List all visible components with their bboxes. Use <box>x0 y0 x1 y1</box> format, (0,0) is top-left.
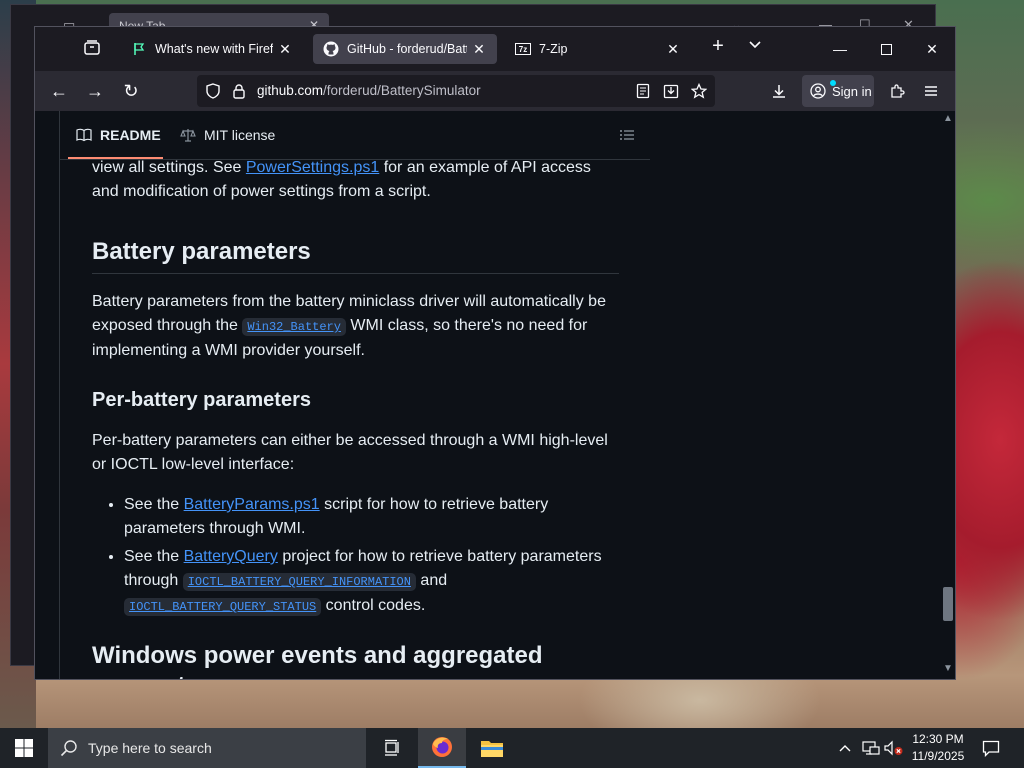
windows-start-button[interactable] <box>0 728 48 768</box>
taskbar-firefox[interactable] <box>418 728 466 768</box>
url-text[interactable]: github.com/forderud/BatterySimulator <box>257 83 481 98</box>
readme-label: README <box>100 127 161 143</box>
minimize-icon[interactable]: — <box>817 35 863 63</box>
list-item: See the BatteryParams.ps1 script for how… <box>124 493 619 541</box>
new-tab-icon[interactable]: + <box>708 35 728 58</box>
license-label: MIT license <box>204 127 276 143</box>
clock-time: 12:30 PM <box>912 732 964 746</box>
tab-title: GitHub - forderud/Battery <box>347 42 467 56</box>
taskbar-search-box[interactable]: Type here to search <box>48 728 366 768</box>
downloads-icon[interactable] <box>767 79 791 103</box>
law-scale-icon <box>180 127 196 143</box>
tab-title: 7-Zip <box>539 42 568 56</box>
chevron-down-icon[interactable] <box>748 37 762 56</box>
reload-icon[interactable]: ↻ <box>119 79 143 103</box>
tab-firefox-whats-new[interactable]: What's new with Firefox 1 ✕ <box>121 34 303 64</box>
flag-icon <box>131 41 147 57</box>
search-placeholder: Type here to search <box>88 740 212 756</box>
batteryquery-link[interactable]: BatteryQuery <box>184 548 278 565</box>
url-path: /forderud/BatterySimulator <box>323 83 481 98</box>
system-clock[interactable]: 12:30 PM 11/9/2025 <box>906 731 970 765</box>
page-content: README MIT license view all settings. Se… <box>35 111 955 679</box>
network-icon[interactable] <box>862 728 880 768</box>
browser-window: What's new with Firefox 1 ✕ GitHub - for… <box>34 26 956 680</box>
search-icon <box>60 740 77 757</box>
tab-7zip[interactable]: 7z 7-Zip ✕ <box>505 34 691 64</box>
volume-muted-icon[interactable] <box>884 728 904 768</box>
show-hidden-icons-chevron-icon[interactable] <box>838 728 852 768</box>
per-battery-paragraph: Per-battery parameters can either be acc… <box>92 432 608 473</box>
github-icon <box>323 41 339 57</box>
tab-readme[interactable]: README <box>76 127 161 143</box>
sign-in-button[interactable]: Sign in <box>802 75 874 107</box>
windows-logo-icon <box>15 739 33 757</box>
battery-paragraph: Battery parameters from the battery mini… <box>92 290 619 363</box>
tab-title: What's new with Firefox 1 <box>155 42 273 56</box>
firefox-icon <box>432 737 452 757</box>
batteryparams-link[interactable]: BatteryParams.ps1 <box>184 496 320 513</box>
ioctl-query-status-code-link[interactable]: IOCTL_BATTERY_QUERY_STATUS <box>124 598 322 616</box>
taskbar-file-explorer[interactable] <box>468 728 516 768</box>
reader-view-icon[interactable] <box>635 83 651 99</box>
text: view all settings. See <box>92 159 246 176</box>
lock-icon[interactable] <box>231 83 247 99</box>
bullet-list: See the BatteryParams.ps1 script for how… <box>92 493 619 619</box>
account-icon <box>810 83 826 99</box>
close-icon[interactable]: ✕ <box>665 41 681 58</box>
notifications-icon[interactable] <box>982 728 1000 768</box>
taskbar: Type here to search 12:30 PM 11/9/2025 <box>0 728 1024 768</box>
ioctl-query-information-code-link[interactable]: IOCTL_BATTERY_QUERY_INFORMATION <box>182 573 416 591</box>
bookmark-star-icon[interactable] <box>690 82 708 99</box>
maximize-icon[interactable] <box>863 35 909 63</box>
folder-icon <box>481 741 503 757</box>
back-arrow-icon[interactable]: ← <box>47 79 71 103</box>
hamburger-menu-icon[interactable] <box>919 79 943 103</box>
close-icon[interactable]: ✕ <box>277 41 293 58</box>
tab-license[interactable]: MIT license <box>180 127 275 143</box>
shield-icon[interactable] <box>205 83 221 99</box>
text: See the <box>124 548 184 565</box>
clock-date: 11/9/2025 <box>911 749 965 763</box>
firefox-view-icon[interactable] <box>83 39 103 59</box>
readme-article: README MIT license view all settings. Se… <box>59 111 652 679</box>
task-view-icon <box>385 739 399 756</box>
save-to-pocket-icon[interactable] <box>663 83 679 99</box>
navigation-toolbar: ← → ↻ github.com/forderud/BatterySimulat… <box>35 71 955 111</box>
vertical-scrollbar[interactable]: ▲ ▼ <box>940 111 955 679</box>
extensions-icon[interactable] <box>885 79 909 103</box>
book-icon <box>76 127 92 143</box>
heading-windows-power-events: Windows power events and aggregated para… <box>92 642 543 679</box>
sign-in-label: Sign in <box>832 83 872 99</box>
task-view-button[interactable] <box>368 728 416 768</box>
text: See the <box>124 496 184 513</box>
text: control codes. <box>321 597 426 614</box>
table-of-contents-icon[interactable] <box>619 127 635 148</box>
url-bar[interactable]: github.com/forderud/BatterySimulator <box>197 75 715 107</box>
close-icon[interactable]: ✕ <box>471 41 487 58</box>
list-item: See the BatteryQuery project for how to … <box>124 545 619 619</box>
readme-header: README MIT license <box>60 111 651 160</box>
forward-arrow-icon[interactable]: → <box>83 79 107 103</box>
7zip-icon: 7z <box>515 41 531 57</box>
close-icon[interactable]: ✕ <box>909 35 955 63</box>
powersettings-link[interactable]: PowerSettings.ps1 <box>246 159 379 176</box>
text: and <box>415 572 448 589</box>
tab-bar: What's new with Firefox 1 ✕ GitHub - for… <box>35 27 955 71</box>
scrollbar-thumb[interactable] <box>943 587 953 621</box>
notification-dot <box>830 80 836 86</box>
heading-per-battery-parameters: Per-battery parameters <box>92 389 311 411</box>
right-sidebar <box>650 111 940 679</box>
url-domain: github.com <box>257 83 324 98</box>
heading-battery-parameters: Battery parameters <box>92 237 619 274</box>
win32-battery-code-link[interactable]: Win32_Battery <box>242 318 346 336</box>
scroll-down-icon[interactable]: ▼ <box>943 663 953 674</box>
intro-paragraph: view all settings. See PowerSettings.ps1… <box>92 156 619 204</box>
scroll-up-icon[interactable]: ▲ <box>943 113 953 124</box>
markdown-body: view all settings. See PowerSettings.ps1… <box>92 159 619 679</box>
tab-github[interactable]: GitHub - forderud/Battery ✕ <box>313 34 497 64</box>
svg-text:7z: 7z <box>519 45 527 54</box>
